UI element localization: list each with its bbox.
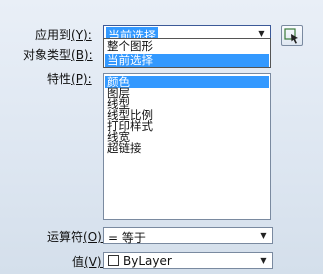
operator-label: 运算符(O): xyxy=(47,230,106,244)
operator-value: = 等于 xyxy=(108,231,146,245)
value-field-value: ByLayer xyxy=(108,254,172,268)
properties-list[interactable]: 颜色 图层 线型 线型比例 打印样式 线宽 超链接 xyxy=(103,73,271,220)
select-objects-icon xyxy=(284,28,298,44)
object-type-label: 对象类型(B): xyxy=(23,48,93,62)
apply-to-option-current-selection[interactable]: 当前选择 xyxy=(105,54,269,67)
quick-select-dialog: 应用到(Y): 当前选择 ▼ 整个图形 当前选择 对象类型(B): 特性(P):… xyxy=(0,0,323,274)
apply-to-option-whole-drawing[interactable]: 整个图形 xyxy=(105,40,269,53)
chevron-down-icon[interactable]: ▼ xyxy=(257,255,270,266)
chevron-down-icon[interactable]: ▼ xyxy=(257,230,270,241)
property-item-hyperlink[interactable]: 超链接 xyxy=(105,142,269,154)
apply-to-dropdown: 整个图形 当前选择 xyxy=(103,38,271,68)
value-label: 值(V): xyxy=(72,255,106,269)
properties-label: 特性(P): xyxy=(47,72,92,86)
operator-select[interactable]: = 等于 ▼ xyxy=(103,227,273,245)
select-objects-button[interactable] xyxy=(281,25,303,46)
color-swatch xyxy=(108,255,119,266)
apply-to-label: 应用到(Y): xyxy=(35,28,92,42)
value-select[interactable]: ByLayer ▼ xyxy=(103,252,273,269)
